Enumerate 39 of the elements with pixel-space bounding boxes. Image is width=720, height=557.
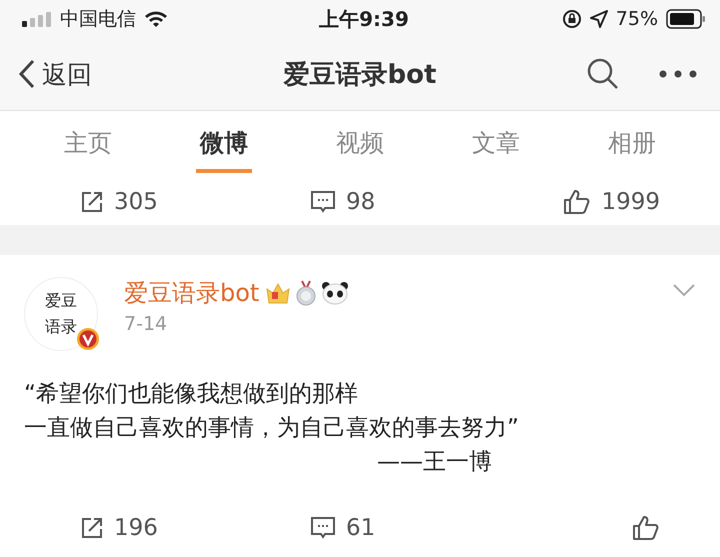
carrier-name: 中国电信 bbox=[60, 7, 136, 32]
back-button[interactable]: 返回 bbox=[18, 58, 92, 90]
thumbs-up-icon[interactable] bbox=[632, 515, 660, 541]
thumbs-up-icon[interactable] bbox=[563, 189, 592, 215]
comment-icon[interactable] bbox=[310, 516, 336, 540]
share-icon[interactable] bbox=[80, 190, 104, 214]
signal-icon bbox=[22, 11, 52, 27]
battery-icon bbox=[666, 9, 706, 29]
post-text: 一直做自己喜欢的事情，为自己喜欢的事去努力” bbox=[24, 414, 520, 443]
tab[interactable]: 相册 bbox=[604, 121, 660, 173]
post-date: 7-14 bbox=[124, 313, 168, 335]
medal-icon bbox=[294, 280, 318, 306]
tab[interactable]: 微博 bbox=[196, 121, 252, 173]
page-title: 爱豆语录bot bbox=[284, 58, 436, 92]
more-icon[interactable] bbox=[658, 69, 698, 79]
action-count: 61 bbox=[346, 515, 376, 541]
battery-percent: 75% bbox=[616, 8, 658, 30]
wifi-icon bbox=[144, 10, 168, 28]
post-text: “希望你们也能像我想做到的那样 bbox=[24, 380, 359, 409]
share-icon[interactable] bbox=[80, 516, 104, 540]
clock-time: 上午9:39 bbox=[319, 6, 409, 32]
tab[interactable]: 主页 bbox=[60, 121, 116, 173]
avatar-text: 语录 bbox=[45, 316, 77, 338]
author-name[interactable]: 爱豆语录bot bbox=[124, 277, 260, 309]
comment-icon[interactable] bbox=[310, 190, 336, 214]
tab[interactable]: 视频 bbox=[332, 121, 388, 173]
avatar-text: 爱豆 bbox=[45, 290, 77, 312]
back-chevron-icon bbox=[18, 59, 36, 89]
search-icon[interactable] bbox=[586, 57, 620, 91]
action-count: 1999 bbox=[601, 189, 660, 215]
action-count: 196 bbox=[114, 515, 158, 541]
panda-icon bbox=[321, 281, 350, 305]
action-count: 305 bbox=[114, 189, 158, 215]
crown-badge-icon bbox=[265, 281, 292, 305]
action-count: 98 bbox=[346, 189, 376, 215]
post-signature: ——王一博 bbox=[377, 448, 492, 477]
location-icon bbox=[590, 10, 608, 28]
tab[interactable]: 文章 bbox=[468, 121, 524, 173]
rotation-lock-icon bbox=[562, 9, 582, 29]
